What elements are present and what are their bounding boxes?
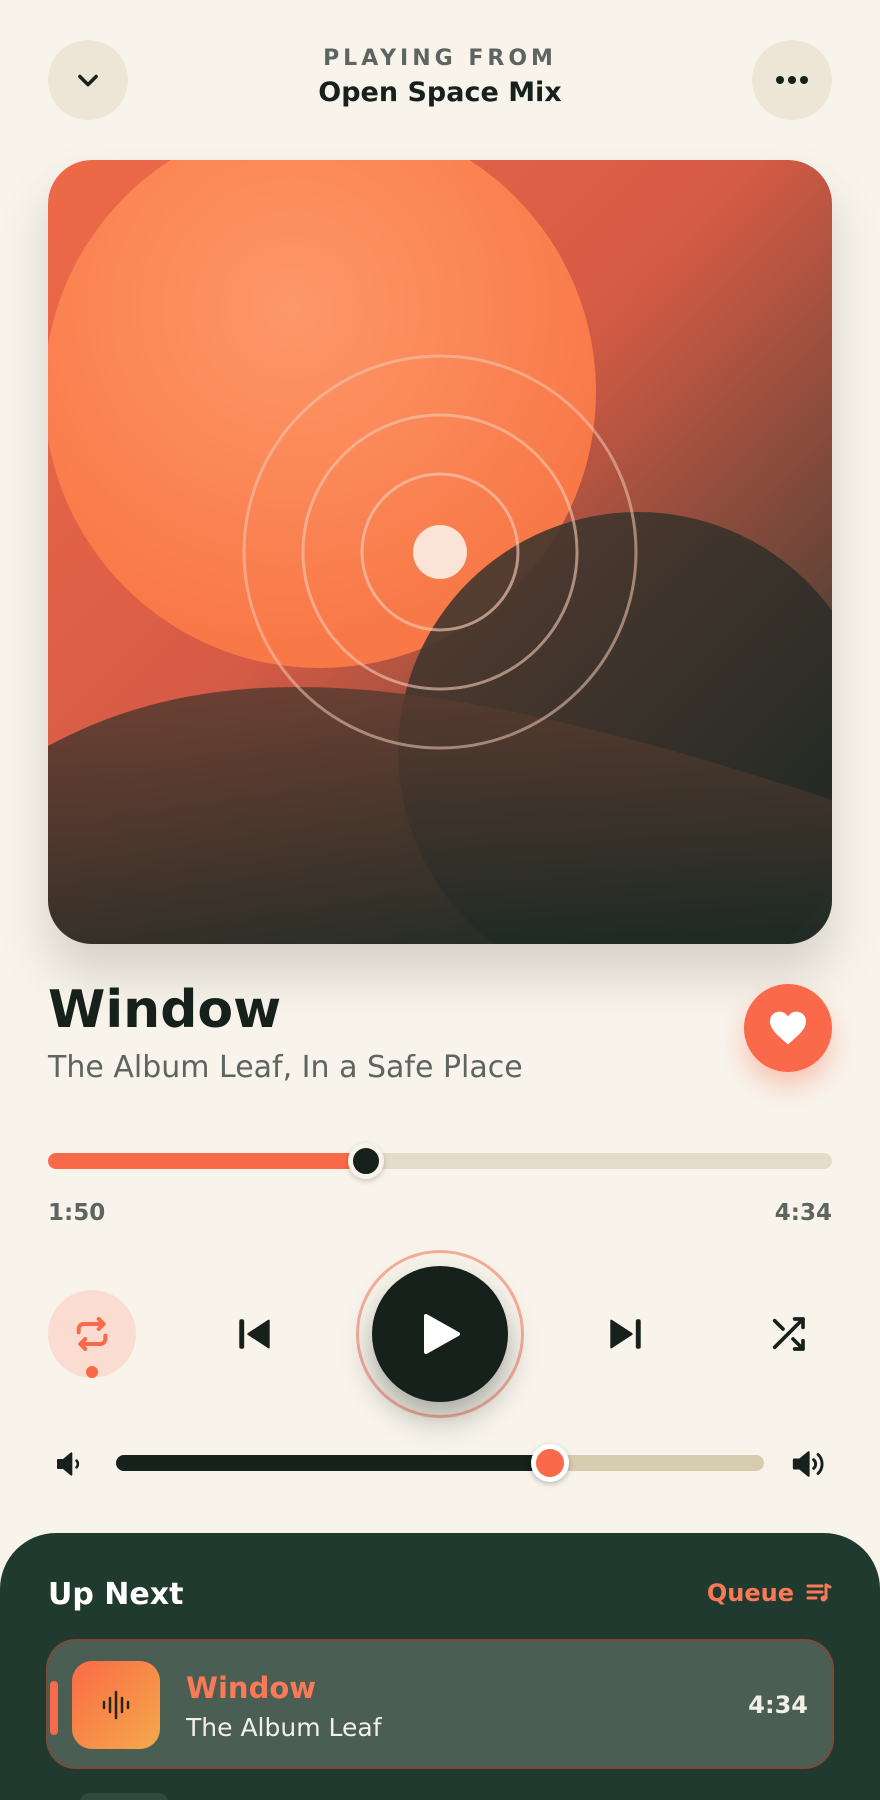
repeat-active-indicator [86,1366,98,1378]
header-context: PLAYING FROM Open Space Mix [0,46,880,108]
queue-item-title: Window [186,1671,317,1705]
artwork-graphic [48,160,832,944]
volume-high-icon [792,1451,824,1477]
queue-item-duration: 4:34 [748,1691,808,1719]
previous-track-button[interactable] [220,1300,288,1368]
track-subtitle[interactable]: The Album Leaf, In a Safe Place [48,1050,523,1085]
queue-icon [806,1583,832,1602]
skip-previous-icon [239,1319,270,1349]
volume-fill [116,1455,551,1471]
like-button[interactable] [744,984,832,1072]
skip-next-icon [610,1319,641,1349]
elapsed-time: 1:50 [48,1200,106,1226]
playlist-name[interactable]: Open Space Mix [0,77,880,108]
now-playing-screen: PLAYING FROM Open Space Mix Window The A… [0,0,880,1800]
up-next-title: Up Next [48,1577,184,1612]
more-options-button[interactable] [752,40,832,120]
play-icon [424,1314,460,1354]
progress-handle[interactable] [347,1143,384,1179]
play-button[interactable] [372,1266,508,1402]
progress-fill [48,1153,366,1169]
album-artwork [48,160,832,944]
more-horizontal-icon [776,76,808,84]
next-track-button[interactable] [592,1300,660,1368]
volume-slider[interactable] [116,1444,764,1482]
repeat-icon [76,1317,108,1351]
volume-low-icon [57,1452,80,1476]
now-playing-indicator [50,1681,58,1735]
next-queue-item-peek [80,1793,168,1800]
queue-item-thumbnail [72,1661,160,1749]
shuffle-button[interactable] [754,1300,822,1368]
waveform-icon [102,1690,130,1720]
track-title: Window [48,980,282,1040]
repeat-button[interactable] [48,1290,136,1378]
up-next-panel: Up Next Queue Window The Album Leaf 4:34 [0,1533,880,1800]
queue-label: Queue [706,1579,794,1607]
volume-up-button[interactable] [786,1444,834,1484]
queue-item-artist: The Album Leaf [186,1713,382,1742]
queue-item[interactable]: Window The Album Leaf 4:34 [46,1639,834,1769]
progress-bar[interactable] [48,1143,832,1179]
total-duration: 4:34 [774,1200,832,1226]
playing-from-label: PLAYING FROM [323,46,557,71]
volume-down-button[interactable] [50,1446,90,1482]
shuffle-icon [772,1317,805,1351]
queue-button[interactable]: Queue [707,1579,832,1607]
heart-icon [770,1011,806,1045]
volume-handle[interactable] [531,1444,570,1482]
